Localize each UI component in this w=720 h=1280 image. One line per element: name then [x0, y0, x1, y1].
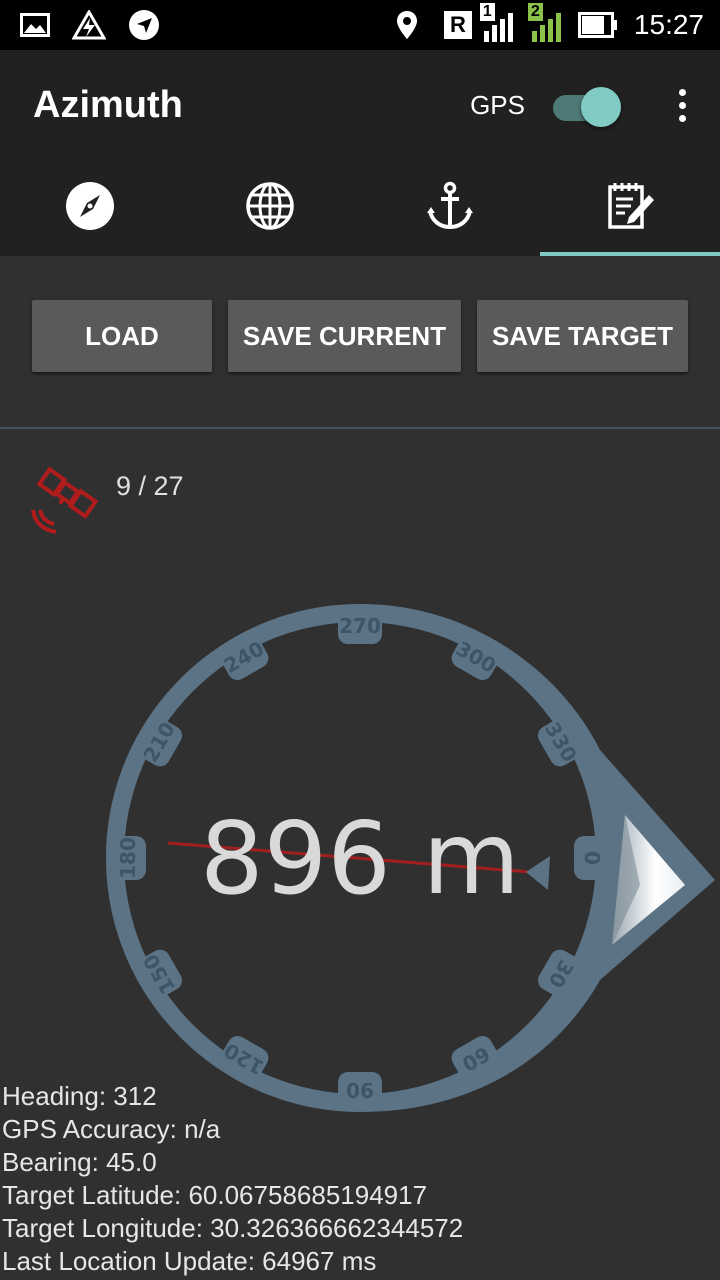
info-panel: Heading: 312 GPS Accuracy: n/a Bearing: …	[0, 1080, 720, 1278]
tab-notes[interactable]	[540, 160, 720, 256]
action-buttons: LOAD SAVE CURRENT SAVE TARGET	[0, 300, 720, 372]
toggle-thumb	[581, 87, 621, 127]
battery-icon	[577, 12, 618, 38]
roaming-badge: R	[443, 11, 472, 39]
image-icon	[20, 13, 50, 37]
target-latitude-text: Target Latitude: 60.06758685194917	[2, 1180, 428, 1210]
navigation-icon	[128, 9, 160, 41]
dial-label: 270	[339, 614, 381, 638]
signal-icon: 1	[479, 3, 520, 43]
location-pin-icon	[396, 10, 418, 40]
sim2-badge: 2	[527, 3, 543, 21]
signal-icon: 2	[527, 3, 568, 43]
load-button[interactable]: LOAD	[32, 300, 212, 372]
tab-bar	[0, 160, 720, 256]
satellite-count: 9 / 27	[116, 471, 184, 501]
gps-label: GPS	[470, 89, 525, 120]
gps-accuracy-text: GPS Accuracy: n/a	[2, 1114, 221, 1144]
sim1-badge: 1	[479, 3, 495, 21]
heading-text: Heading: 312	[2, 1081, 157, 1111]
bearing-text: Bearing: 45.0	[2, 1147, 157, 1177]
notepad-edit-icon	[605, 181, 655, 236]
divider	[0, 427, 720, 429]
satellite-icon	[30, 462, 102, 539]
app-title: Azimuth	[33, 83, 183, 126]
globe-icon	[245, 181, 295, 236]
tab-anchor[interactable]	[360, 160, 540, 256]
tab-compass[interactable]	[0, 160, 180, 256]
storm-icon	[72, 10, 106, 40]
last-update-text: Last Location Update: 64967 ms	[2, 1246, 377, 1276]
save-current-button[interactable]: SAVE CURRENT	[228, 300, 461, 372]
tab-globe[interactable]	[180, 160, 360, 256]
compass-icon	[65, 181, 115, 236]
anchor-icon	[426, 181, 474, 236]
distance-readout: 896 m	[199, 800, 521, 917]
overflow-menu-icon[interactable]	[679, 88, 686, 122]
target-longitude-text: Target Longitude: 30.326366662344572	[2, 1213, 464, 1243]
status-bar: R 1 2 15:27	[0, 0, 720, 50]
clock: 15:27	[633, 9, 704, 40]
satellite-status: 9 / 27	[30, 462, 184, 539]
gps-toggle[interactable]	[553, 85, 621, 127]
save-target-button[interactable]: SAVE TARGET	[477, 300, 688, 372]
app-bar: Azimuth GPS	[0, 50, 720, 160]
